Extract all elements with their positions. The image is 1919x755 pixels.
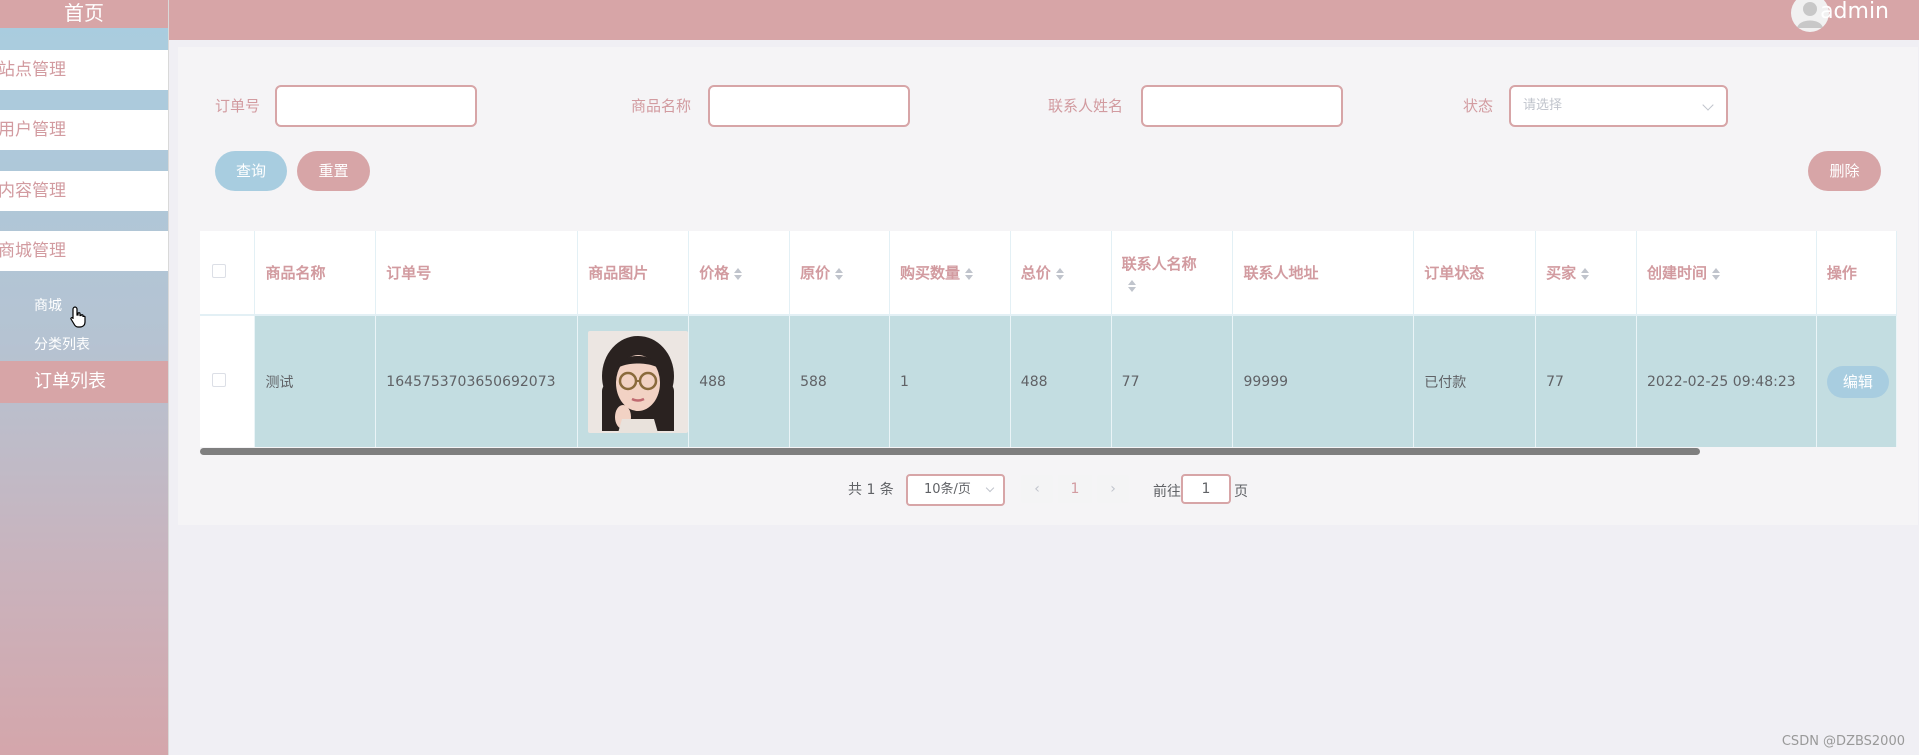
- contact-name-input[interactable]: [1141, 85, 1343, 127]
- col-price-label: 价格: [699, 264, 730, 282]
- col-buyer-label: 买家: [1546, 264, 1577, 282]
- cell-created-at: 2022-02-25 09:48:23: [1636, 315, 1817, 447]
- select-all-cell: [200, 231, 256, 316]
- pagination-total: 共 1 条: [848, 482, 894, 498]
- cell-contact-address: 99999: [1232, 315, 1415, 447]
- current-page-number[interactable]: 1: [1058, 475, 1092, 503]
- next-page-button[interactable]: ›: [1097, 475, 1129, 503]
- cell-order-no: 1645753703650692073: [375, 315, 579, 447]
- cell-price: 488: [688, 315, 791, 447]
- table-header-row: 商品名称 订单号 商品图片 价格 原价 购买数量 总价 联系人名称 联系人地址 …: [200, 231, 1897, 316]
- cell-contact-name: 77: [1111, 315, 1234, 447]
- col-contact-name-label: 联系人名称: [1121, 254, 1197, 273]
- sidebar-brand-home[interactable]: 首页: [0, 0, 168, 28]
- status-select[interactable]: 请选择: [1509, 85, 1728, 127]
- sort-icon[interactable]: [965, 267, 973, 280]
- sort-icon[interactable]: [1581, 267, 1590, 280]
- col-order-status: 订单状态: [1413, 231, 1537, 316]
- col-contact-name[interactable]: 联系人名称: [1111, 231, 1234, 316]
- col-quantity[interactable]: 购买数量: [889, 231, 1011, 316]
- col-product-image: 商品图片: [577, 231, 690, 316]
- delete-button[interactable]: 删除: [1808, 151, 1881, 191]
- watermark: CSDN @DZBS2000: [1781, 734, 1905, 749]
- contact-name-label: 联系人姓名: [1048, 97, 1124, 115]
- table-row: 测试 1645753703650692073 488 588 1 488 77 …: [200, 315, 1897, 447]
- cell-actions: 编辑: [1816, 315, 1897, 447]
- chevron-down-icon: [1702, 99, 1714, 111]
- order-no-input[interactable]: [275, 85, 477, 127]
- hand-cursor-icon: [70, 306, 86, 328]
- col-actions: 操作: [1816, 231, 1897, 316]
- cell-buyer: 77: [1535, 315, 1637, 447]
- col-contact-address: 联系人地址: [1232, 231, 1415, 316]
- cell-product-name: 测试: [254, 315, 377, 447]
- product-name-label: 商品名称: [631, 97, 692, 115]
- col-total-label: 总价: [1020, 264, 1051, 282]
- orders-table: 商品名称 订单号 商品图片 价格 原价 购买数量 总价 联系人名称 联系人地址 …: [200, 231, 1897, 447]
- order-no-label: 订单号: [215, 97, 261, 115]
- col-created-at[interactable]: 创建时间: [1636, 231, 1817, 316]
- goto-page-suffix: 页: [1234, 484, 1248, 500]
- row-select-cell: [200, 315, 256, 447]
- reset-button[interactable]: 重置: [297, 151, 370, 191]
- top-header: admin: [169, 0, 1919, 40]
- col-price[interactable]: 价格: [688, 231, 791, 316]
- goto-page-input[interactable]: 1: [1181, 474, 1231, 504]
- col-buyer[interactable]: 买家: [1535, 231, 1637, 316]
- sidebar: 首页 站点管理 用户管理 内容管理 商城管理 商城 分类列表 订单列表: [0, 0, 169, 755]
- sort-icon[interactable]: [1127, 280, 1136, 293]
- row-checkbox[interactable]: [212, 372, 226, 387]
- page-size-value: 10条/页: [924, 482, 971, 497]
- sort-icon[interactable]: [734, 267, 743, 280]
- col-quantity-label: 购买数量: [899, 264, 960, 282]
- page-size-select[interactable]: 10条/页: [906, 474, 1005, 506]
- cell-order-status: 已付款: [1413, 315, 1537, 447]
- product-name-input[interactable]: [708, 85, 910, 127]
- goto-label: 前往: [1153, 484, 1181, 500]
- sidebar-item-site[interactable]: 站点管理: [0, 50, 168, 90]
- prev-page-button[interactable]: ‹: [1021, 475, 1053, 503]
- status-label: 状态: [1463, 97, 1494, 115]
- col-order-no: 订单号: [375, 231, 579, 316]
- cell-original-price: 588: [789, 315, 890, 447]
- header-username[interactable]: admin: [1820, 0, 1889, 24]
- sort-icon[interactable]: [835, 267, 844, 280]
- sidebar-item-content[interactable]: 内容管理: [0, 171, 168, 211]
- product-thumbnail-image[interactable]: [588, 330, 688, 433]
- sidebar-subitem-mall[interactable]: 商城: [34, 295, 62, 315]
- cell-quantity: 1: [889, 315, 1011, 447]
- chevron-down-icon: [985, 483, 995, 493]
- table-horizontal-scrollbar[interactable]: [200, 448, 1700, 455]
- col-original-price[interactable]: 原价: [789, 231, 890, 316]
- sidebar-item-mall[interactable]: 商城管理: [0, 231, 168, 271]
- query-button[interactable]: 查询: [215, 151, 287, 191]
- status-select-placeholder: 请选择: [1523, 98, 1563, 113]
- sidebar-item-users[interactable]: 用户管理: [0, 110, 168, 150]
- cell-product-image: [577, 315, 690, 447]
- col-created-at-label: 创建时间: [1646, 264, 1707, 282]
- sort-icon[interactable]: [1711, 267, 1720, 280]
- sort-icon[interactable]: [1055, 267, 1064, 280]
- col-total[interactable]: 总价: [1010, 231, 1112, 316]
- sidebar-subitem-categories[interactable]: 分类列表: [34, 334, 90, 354]
- col-original-price-label: 原价: [800, 264, 831, 282]
- cell-total: 488: [1010, 315, 1112, 447]
- sidebar-item-orders-active[interactable]: 订单列表: [0, 361, 168, 403]
- col-product-name: 商品名称: [254, 231, 377, 316]
- edit-button[interactable]: 编辑: [1826, 365, 1889, 398]
- select-all-checkbox[interactable]: [212, 263, 226, 278]
